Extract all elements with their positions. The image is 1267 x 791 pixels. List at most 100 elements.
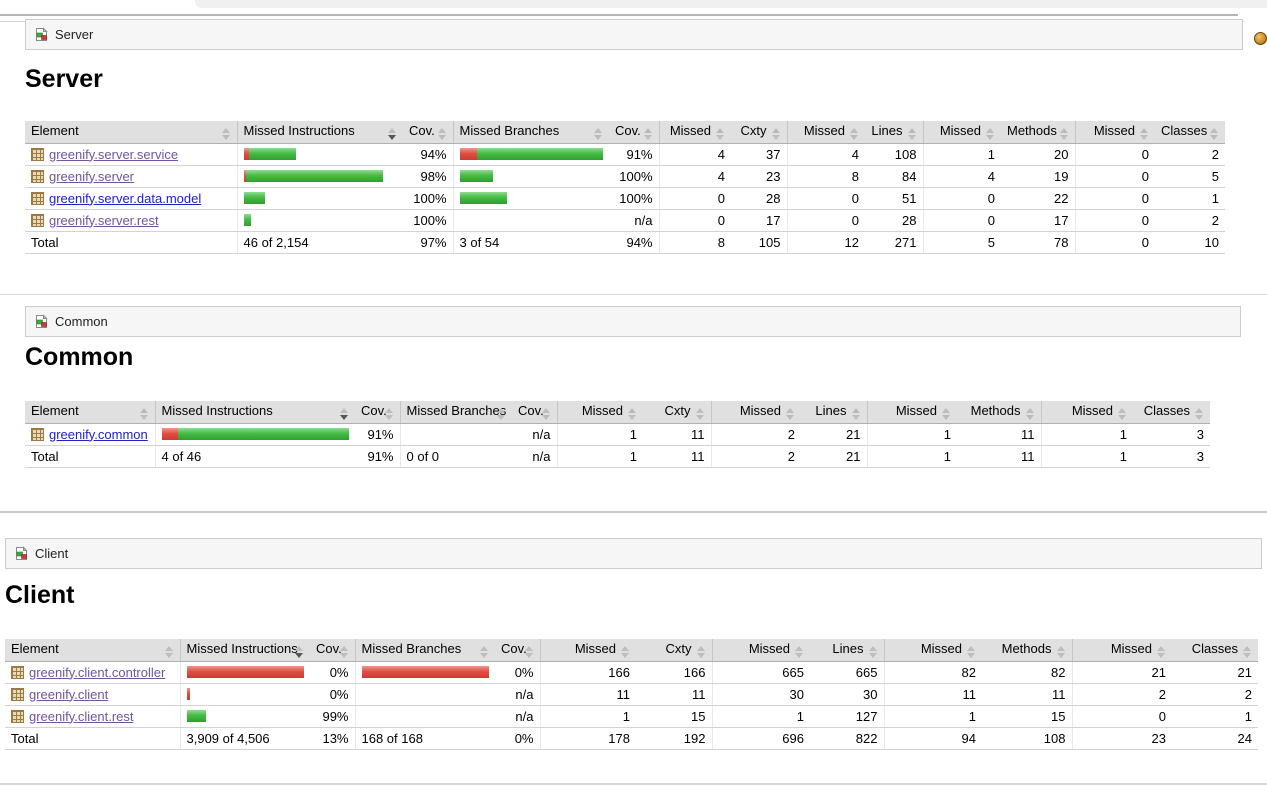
session-clock-icon[interactable] (1254, 32, 1267, 45)
column-header-classes[interactable]: Classes (1172, 639, 1258, 661)
column-header-missed[interactable]: Missed (787, 121, 865, 143)
column-header-cov-[interactable]: Cov. (512, 401, 557, 423)
package-link[interactable]: greenify.common (49, 427, 148, 442)
column-header-missed[interactable]: Missed (923, 121, 1001, 143)
column-header-missed[interactable]: Missed (867, 401, 957, 423)
cell-value: 2 (1172, 683, 1258, 705)
column-header-lines[interactable]: Lines (810, 639, 884, 661)
sort-icon[interactable] (385, 408, 394, 420)
sort-icon[interactable] (908, 128, 917, 140)
sort-icon[interactable] (697, 646, 706, 658)
cell-value: 127 (810, 705, 884, 727)
sort-icon[interactable] (1195, 408, 1204, 420)
column-header-missed[interactable]: Missed (712, 639, 810, 661)
sort-icon[interactable] (1026, 408, 1035, 420)
column-header-cxty[interactable]: Cxty (731, 121, 787, 143)
sort-icon[interactable] (1057, 646, 1066, 658)
column-header-element[interactable]: Element (25, 401, 155, 423)
sort-icon[interactable] (786, 408, 795, 420)
column-header-missed-instructions[interactable]: Missed Instructions (237, 121, 403, 143)
sort-icon[interactable] (644, 128, 653, 140)
column-header-element[interactable]: Element (5, 639, 180, 661)
column-header-missed-branches[interactable]: Missed Branches (355, 639, 495, 661)
column-header-methods[interactable]: Methods (1001, 121, 1075, 143)
column-header-missed[interactable]: Missed (659, 121, 731, 143)
column-header-methods[interactable]: Methods (982, 639, 1072, 661)
sort-icon[interactable] (795, 646, 804, 658)
sort-icon[interactable] (696, 408, 705, 420)
column-header-cov-[interactable]: Cov. (355, 401, 400, 423)
sort-icon[interactable] (497, 408, 506, 420)
sort-icon[interactable] (1140, 128, 1149, 140)
sort-icon[interactable] (716, 128, 725, 140)
sort-icon[interactable] (388, 128, 397, 140)
sort-icon[interactable] (1060, 128, 1069, 140)
sort-icon[interactable] (772, 128, 781, 140)
sort-icon[interactable] (594, 128, 603, 140)
column-header-cov-[interactable]: Cov. (609, 121, 659, 143)
column-header-missed[interactable]: Missed (1041, 401, 1133, 423)
sort-icon[interactable] (986, 128, 995, 140)
column-header-missed-branches[interactable]: Missed Branches (400, 401, 512, 423)
sort-icon[interactable] (542, 408, 551, 420)
package-link[interactable]: greenify.server.data.model (49, 191, 201, 206)
column-header-missed[interactable]: Missed (1075, 121, 1155, 143)
column-header-lines[interactable]: Lines (865, 121, 923, 143)
column-label: Cov. (316, 641, 342, 656)
cell-branch-coverage: n/a (512, 423, 557, 445)
package-link[interactable]: greenify.client.controller (29, 665, 165, 680)
package-link[interactable]: greenify.client.rest (29, 709, 134, 724)
column-header-classes[interactable]: Classes (1133, 401, 1210, 423)
column-header-cov-[interactable]: Cov. (310, 639, 355, 661)
sort-icon[interactable] (850, 128, 859, 140)
sort-icon[interactable] (222, 128, 231, 140)
column-header-missed[interactable]: Missed (711, 401, 801, 423)
sort-icon[interactable] (525, 646, 534, 658)
sort-icon[interactable] (295, 646, 304, 658)
package-link[interactable]: greenify.server (49, 169, 134, 184)
sort-icon[interactable] (1118, 408, 1127, 420)
cell-value: 2 (1155, 209, 1225, 231)
sort-icon[interactable] (340, 646, 349, 658)
sort-icon[interactable] (628, 408, 637, 420)
package-link[interactable]: greenify.client (29, 687, 108, 702)
column-header-methods[interactable]: Methods (957, 401, 1041, 423)
cell-branch-coverage: n/a (609, 209, 659, 231)
cell-branch-coverage: 100% (609, 187, 659, 209)
column-header-cov-[interactable]: Cov. (403, 121, 453, 143)
cell-branch-coverage: 0% (495, 661, 540, 683)
package-link[interactable]: greenify.server.rest (49, 213, 159, 228)
cell-element: greenify.server.service (25, 143, 237, 165)
coverage-bar (362, 666, 490, 678)
column-header-cxty[interactable]: Cxty (636, 639, 712, 661)
column-header-missed[interactable]: Missed (1072, 639, 1172, 661)
sort-icon[interactable] (340, 408, 349, 420)
cell-value: 0 (923, 187, 1001, 209)
column-header-missed[interactable]: Missed (884, 639, 982, 661)
sort-icon[interactable] (165, 646, 174, 658)
column-header-cxty[interactable]: Cxty (643, 401, 711, 423)
column-header-missed[interactable]: Missed (540, 639, 636, 661)
column-header-cov-[interactable]: Cov. (495, 639, 540, 661)
cell-value: 15 (636, 705, 712, 727)
sort-icon[interactable] (621, 646, 630, 658)
column-header-element[interactable]: Element (25, 121, 237, 143)
coverage-bar (162, 428, 350, 440)
column-header-lines[interactable]: Lines (801, 401, 867, 423)
sort-icon[interactable] (1157, 646, 1166, 658)
sort-icon[interactable] (852, 408, 861, 420)
column-header-missed-instructions[interactable]: Missed Instructions (180, 639, 310, 661)
column-header-missed[interactable]: Missed (557, 401, 643, 423)
sort-icon[interactable] (1243, 646, 1252, 658)
column-header-missed-instructions[interactable]: Missed Instructions (155, 401, 355, 423)
sort-icon[interactable] (869, 646, 878, 658)
sort-icon[interactable] (438, 128, 447, 140)
sort-icon[interactable] (967, 646, 976, 658)
sort-icon[interactable] (1210, 128, 1219, 140)
sort-icon[interactable] (480, 646, 489, 658)
package-link[interactable]: greenify.server.service (49, 147, 178, 162)
sort-icon[interactable] (140, 408, 149, 420)
column-header-missed-branches[interactable]: Missed Branches (453, 121, 609, 143)
sort-icon[interactable] (942, 408, 951, 420)
column-header-classes[interactable]: Classes (1155, 121, 1225, 143)
